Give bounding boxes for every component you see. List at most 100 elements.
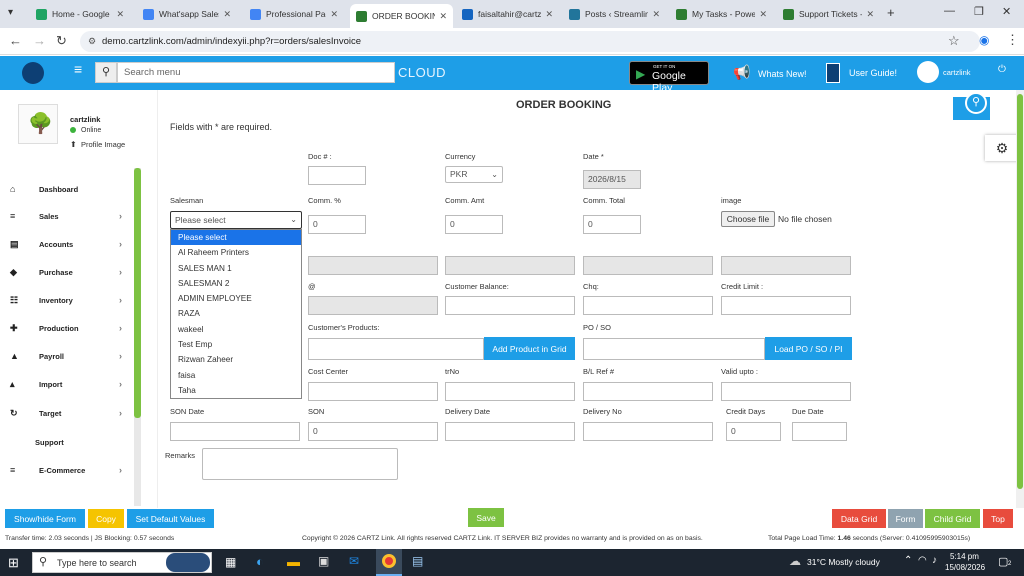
dropdown-option[interactable]: Rizwan Zaheer bbox=[171, 352, 301, 367]
windows-start-icon[interactable]: ⊞ bbox=[8, 555, 19, 571]
dropdown-option[interactable]: Taha bbox=[171, 383, 301, 398]
whats-new-link[interactable]: Whats New! bbox=[758, 69, 807, 79]
valid-upto-input[interactable] bbox=[721, 382, 851, 401]
doc-number-input[interactable] bbox=[308, 166, 366, 185]
credit-days-input[interactable]: 0 bbox=[726, 422, 781, 441]
back-icon[interactable]: ← bbox=[9, 33, 22, 48]
sidebar-item-target[interactable]: ↻ Target › bbox=[10, 406, 130, 420]
po-so-input[interactable] bbox=[583, 338, 765, 360]
close-tab-icon[interactable]: ✕ bbox=[759, 9, 767, 20]
sidebar-item-sales[interactable]: ≡ Sales › bbox=[10, 209, 130, 223]
task-view-icon[interactable]: ▦ bbox=[225, 555, 236, 569]
salesman-select[interactable]: Please select ⌄ bbox=[170, 211, 302, 229]
customer-balance-input[interactable] bbox=[445, 296, 575, 315]
dropdown-option[interactable]: faisa bbox=[171, 368, 301, 383]
browser-tab[interactable]: Posts ‹ Streamline ✕ bbox=[563, 4, 666, 24]
reload-icon[interactable]: ↻ bbox=[56, 33, 67, 49]
search-menu-input[interactable]: Search menu bbox=[117, 62, 395, 83]
cost-center-input[interactable] bbox=[308, 382, 438, 401]
sidebar-scrollbar-thumb[interactable] bbox=[134, 168, 141, 418]
app-logo-icon[interactable] bbox=[22, 62, 44, 84]
comm-amt-input[interactable]: 0 bbox=[445, 215, 503, 234]
page-scrollbar-thumb[interactable] bbox=[1017, 94, 1023, 489]
user-guide-icon[interactable] bbox=[826, 63, 840, 83]
delivery-no-input[interactable] bbox=[583, 422, 713, 441]
delivery-date-input[interactable] bbox=[445, 422, 575, 441]
settings-gear-icon[interactable]: ⚙ bbox=[985, 135, 1019, 161]
volume-icon[interactable]: ♪ bbox=[932, 555, 937, 566]
close-tab-icon[interactable]: ✕ bbox=[439, 11, 447, 22]
dropdown-option[interactable]: Al Raheem Printers bbox=[171, 245, 301, 260]
bookmark-star-icon[interactable]: ☆ bbox=[948, 33, 960, 49]
app-window-icon[interactable]: ▤ bbox=[412, 554, 423, 568]
edge-browser-icon[interactable]: ◐ bbox=[256, 554, 264, 569]
close-tab-icon[interactable]: ✕ bbox=[652, 9, 660, 20]
credit-limit-input[interactable] bbox=[721, 296, 851, 315]
close-tab-icon[interactable]: ✕ bbox=[116, 9, 124, 20]
remarks-textarea[interactable] bbox=[202, 448, 398, 480]
user-avatar[interactable] bbox=[917, 61, 939, 83]
copy-button[interactable]: Copy bbox=[88, 509, 124, 528]
close-tab-icon[interactable]: ✕ bbox=[330, 9, 338, 20]
restore-icon[interactable]: ❐ bbox=[974, 5, 984, 18]
sidebar-item-ecommerce[interactable]: ≡ E-Commerce › bbox=[10, 463, 130, 477]
son-date-input[interactable] bbox=[170, 422, 300, 441]
sidebar-item-payroll[interactable]: ▲ Payroll › bbox=[10, 349, 130, 363]
megaphone-icon[interactable]: 📢 bbox=[733, 64, 750, 81]
sidebar-item-dashboard[interactable]: ⌂ Dashboard bbox=[10, 182, 130, 196]
dropdown-option[interactable]: Test Emp bbox=[171, 337, 301, 352]
form-button[interactable]: Form bbox=[888, 509, 923, 528]
google-play-button[interactable]: ▶ GET IT ON Google Play bbox=[629, 61, 709, 94]
dropdown-option[interactable]: wakeel bbox=[171, 322, 301, 337]
dropdown-option[interactable]: SALES MAN 1 bbox=[171, 261, 301, 276]
chq-input[interactable] bbox=[583, 296, 713, 315]
sidebar-item-accounts[interactable]: ▤ Accounts › bbox=[10, 237, 130, 251]
dropdown-option[interactable]: Please select bbox=[171, 230, 301, 246]
new-tab-icon[interactable]: + bbox=[887, 5, 895, 20]
clock-date[interactable]: 15/08/2026 bbox=[945, 563, 985, 572]
logout-power-icon[interactable]: ⏻ bbox=[998, 64, 1006, 75]
chrome-taskbar-button[interactable] bbox=[376, 549, 402, 576]
add-product-button[interactable]: Add Product in Grid bbox=[484, 337, 575, 360]
readonly-field-3[interactable] bbox=[583, 256, 713, 275]
bl-ref-input[interactable] bbox=[583, 382, 713, 401]
due-date-input[interactable] bbox=[792, 422, 847, 441]
sidebar-item-inventory[interactable]: ☷ Inventory › bbox=[10, 293, 130, 307]
data-grid-button[interactable]: Data Grid bbox=[832, 509, 886, 528]
tab-list-icon[interactable]: ▾ bbox=[8, 7, 13, 18]
file-explorer-icon[interactable]: ▬ bbox=[287, 554, 300, 569]
readonly-field-1[interactable] bbox=[308, 256, 438, 275]
profile-avatar[interactable]: 🌳 bbox=[18, 104, 58, 144]
notification-icon[interactable]: ▢ bbox=[998, 555, 1008, 568]
forward-icon[interactable]: → bbox=[33, 33, 46, 48]
sidebar-item-import[interactable]: ▴ Import › bbox=[10, 377, 130, 391]
profile-icon[interactable]: ◉ bbox=[979, 33, 989, 47]
trno-input[interactable] bbox=[445, 382, 575, 401]
save-button[interactable]: Save bbox=[468, 508, 504, 527]
browser-tab[interactable]: Home - Google Drive✕ bbox=[30, 4, 130, 24]
set-default-values-button[interactable]: Set Default Values bbox=[127, 509, 214, 528]
browser-tab[interactable]: What'sapp Sales Manager✕ bbox=[137, 4, 237, 24]
sidebar-item-purchase[interactable]: ◆ Purchase › bbox=[10, 265, 130, 279]
menu-kebab-icon[interactable]: ⋮ bbox=[1006, 32, 1019, 48]
user-guide-link[interactable]: User Guide! bbox=[849, 68, 897, 78]
clock-time[interactable]: 5:14 pm bbox=[950, 552, 979, 561]
store-icon[interactable]: ▣ bbox=[318, 554, 329, 568]
comm-total-input[interactable]: 0 bbox=[583, 215, 641, 234]
minimize-icon[interactable]: — bbox=[944, 5, 955, 17]
search-icon[interactable]: ⚲ bbox=[965, 92, 987, 114]
top-button[interactable]: Top bbox=[983, 509, 1013, 528]
search-icon[interactable]: ⚲ bbox=[95, 62, 117, 83]
browser-tab[interactable]: Support Tickets - C✕ bbox=[777, 4, 880, 24]
son-input[interactable]: 0 bbox=[308, 422, 438, 441]
date-input[interactable]: 2026/8/15 bbox=[583, 170, 641, 189]
url-field[interactable]: demo.cartzlink.com/admin/indexyii.php?r=… bbox=[80, 31, 980, 52]
readonly-field-4[interactable] bbox=[721, 256, 851, 275]
close-tab-icon[interactable]: ✕ bbox=[866, 9, 874, 20]
readonly-field-2[interactable] bbox=[445, 256, 575, 275]
comm-pct-input[interactable]: 0 bbox=[308, 215, 366, 234]
choose-file-button[interactable]: Choose file bbox=[721, 211, 775, 227]
at-input[interactable] bbox=[308, 296, 438, 315]
close-window-icon[interactable]: ✕ bbox=[1002, 5, 1011, 18]
sidebar-item-production[interactable]: ✚ Production › bbox=[10, 321, 130, 335]
